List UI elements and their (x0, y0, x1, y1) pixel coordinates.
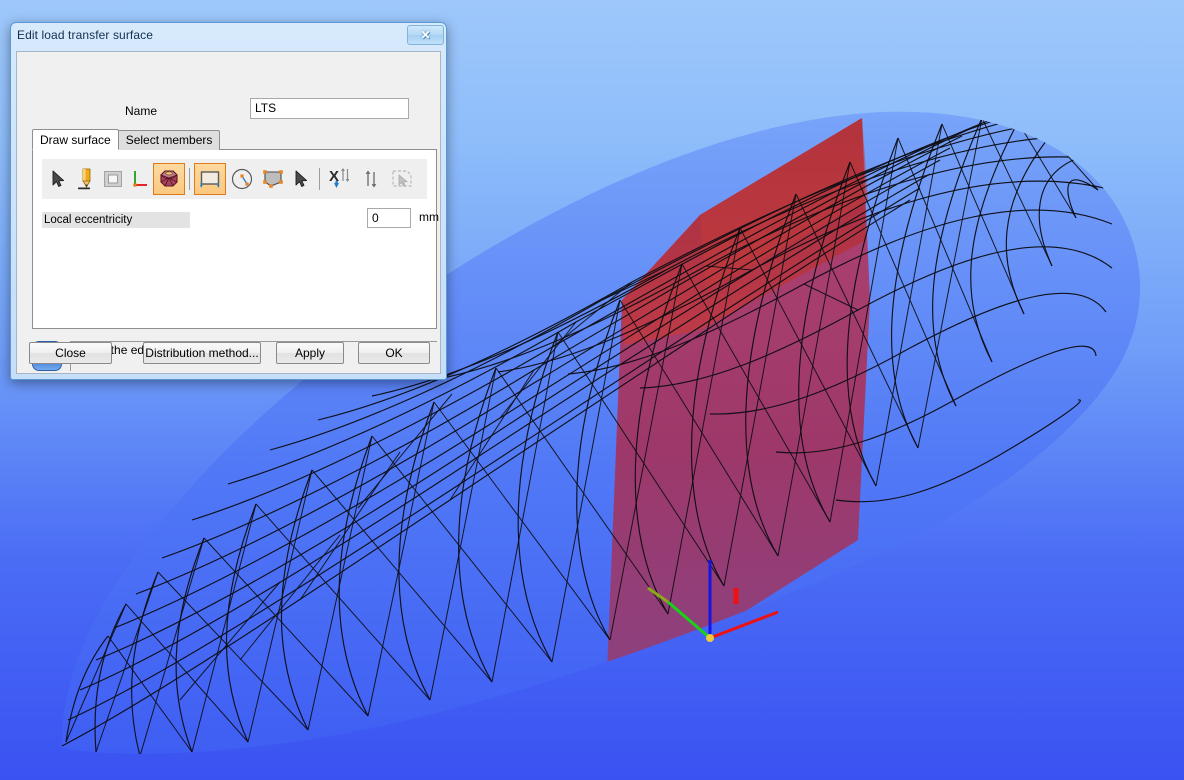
edit-load-transfer-surface-dialog[interactable]: Edit load transfer surface ✕ Name LTS Dr… (10, 22, 447, 380)
name-label: Name (125, 104, 158, 118)
close-button[interactable]: ✕ (407, 25, 444, 45)
select-arrow-icon[interactable] (45, 163, 72, 195)
select-region-icon[interactable] (386, 163, 417, 195)
local-eccentricity-unit: mm (419, 210, 439, 224)
close-icon: ✕ (420, 28, 431, 42)
dialog-title: Edit load transfer surface (17, 28, 154, 42)
rectangle-plate-icon[interactable] (99, 163, 126, 195)
distribution-method-button[interactable]: Distribution method... (143, 342, 261, 364)
dialog-titlebar[interactable]: Edit load transfer surface ✕ (11, 23, 446, 51)
draw-pencil-icon[interactable] (72, 163, 99, 195)
local-eccentricity-label: Local eccentricity (42, 212, 190, 228)
pick-arrow-icon[interactable] (288, 163, 315, 195)
apply-button[interactable]: Apply (276, 342, 344, 364)
toolbar-separator-1 (185, 163, 194, 195)
tab-bar[interactable]: Draw surface Select members (32, 129, 221, 150)
edit-nodes-icon[interactable] (257, 163, 288, 195)
draw-rectangle-icon[interactable] (194, 163, 226, 195)
name-input[interactable]: LTS (250, 98, 409, 119)
dialog-button-row: Close Distribution method... Apply OK (17, 342, 440, 364)
drawing-toolbar[interactable]: X (42, 159, 427, 199)
dialog-client-area: Name LTS Draw surface Select members X L… (16, 51, 441, 374)
tab-draw-surface[interactable]: Draw surface (32, 129, 119, 150)
delete-x-icon[interactable]: X (324, 163, 355, 195)
ok-button[interactable]: OK (358, 342, 430, 364)
tab-select-members[interactable]: Select members (117, 130, 221, 150)
polygon-mesh-icon[interactable] (153, 163, 185, 195)
coordinate-axes-icon[interactable] (126, 163, 153, 195)
draw-circle-icon[interactable] (226, 163, 257, 195)
axes-origin (706, 634, 714, 642)
local-eccentricity-input[interactable]: 0 (367, 208, 411, 228)
close-dialog-button[interactable]: Close (29, 342, 112, 364)
toolbar-separator-2 (315, 163, 324, 195)
move-vertical-icon[interactable] (355, 163, 386, 195)
draw-surface-panel: X Local eccentricity 0 mm (32, 149, 439, 329)
